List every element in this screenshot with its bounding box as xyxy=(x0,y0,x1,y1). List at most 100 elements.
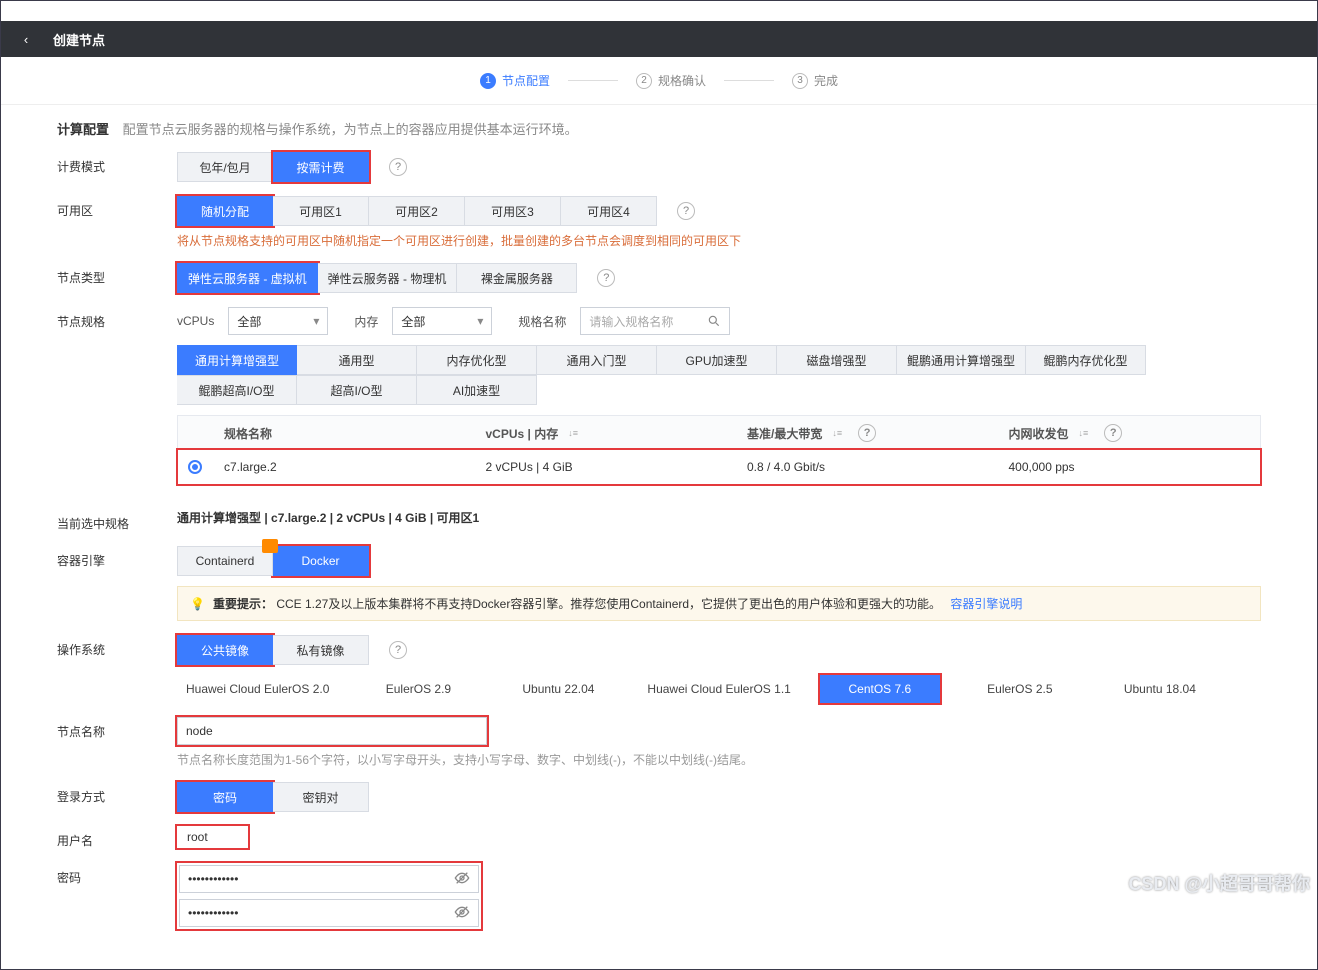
password-input[interactable]: •••••••••••• xyxy=(179,865,479,893)
step-divider xyxy=(568,80,618,81)
engine-tip-link[interactable]: 容器引擎说明 xyxy=(950,597,1022,611)
billing-ondemand[interactable]: 按需计费 xyxy=(273,152,369,182)
os-tab-private[interactable]: 私有镜像 xyxy=(273,635,369,665)
help-icon[interactable]: ? xyxy=(858,424,876,442)
os-item-1[interactable]: EulerOS 2.9 xyxy=(358,675,478,703)
speccat-3[interactable]: 通用入门型 xyxy=(537,345,657,375)
speccat-2[interactable]: 内存优化型 xyxy=(417,345,537,375)
nodetype-phys[interactable]: 弹性云服务器 - 物理机 xyxy=(318,263,458,293)
spec-mem-select[interactable]: 全部 ▾ xyxy=(392,307,492,335)
speccat-5[interactable]: 磁盘增强型 xyxy=(777,345,897,375)
step-divider xyxy=(724,80,774,81)
nodename-hint: 节点名称长度范围为1-56个字符，以小写字母开头，支持小写字母、数字、中划线(-… xyxy=(177,751,1261,768)
spec-vcpu-select[interactable]: 全部 ▾ xyxy=(228,307,328,335)
username-value: root xyxy=(187,830,208,844)
password-label: 密码 xyxy=(57,863,177,886)
nodename-input[interactable]: node xyxy=(177,717,487,745)
selected-value: 通用计算增强型 | c7.large.2 | 2 vCPUs | 4 GiB |… xyxy=(177,511,479,525)
step-1-label: 节点配置 xyxy=(502,72,550,89)
help-icon[interactable]: ? xyxy=(597,269,615,287)
az-random[interactable]: 随机分配 xyxy=(177,196,273,226)
os-item-6[interactable]: Ubuntu 18.04 xyxy=(1100,675,1220,703)
help-icon[interactable]: ? xyxy=(389,641,407,659)
spec-search-input[interactable]: 请输入规格名称 xyxy=(580,307,730,335)
step-1-num: 1 xyxy=(480,73,496,89)
os-item-3[interactable]: Huawei Cloud EulerOS 1.1 xyxy=(638,675,799,703)
compute-desc: 配置节点云服务器的规格与操作系统，为节点上的容器应用提供基本运行环境。 xyxy=(123,122,578,137)
login-keypair[interactable]: 密钥对 xyxy=(273,782,369,812)
billing-label: 计费模式 xyxy=(57,152,177,175)
os-item-4[interactable]: CentOS 7.6 xyxy=(820,675,940,703)
nodename-value: node xyxy=(186,724,213,738)
sort-icon: ↓≡ xyxy=(568,428,578,438)
engine-tip: 💡 重要提示： CCE 1.27及以上版本集群将不再支持Docker容器引擎。推… xyxy=(177,586,1261,621)
th-name[interactable]: 规格名称 xyxy=(214,419,476,448)
os-item-0[interactable]: Huawei Cloud EulerOS 2.0 xyxy=(177,675,338,703)
az-1[interactable]: 可用区1 xyxy=(273,196,369,226)
engine-tip-text: CCE 1.27及以上版本集群将不再支持Docker容器引擎。推荐您使用Cont… xyxy=(276,597,941,611)
help-icon[interactable]: ? xyxy=(1104,424,1122,442)
speccat-7[interactable]: 鲲鹏内存优化型 xyxy=(1026,345,1146,375)
billing-yearly[interactable]: 包年/包月 xyxy=(177,152,273,182)
nodetype-vm[interactable]: 弹性云服务器 - 虚拟机 xyxy=(177,263,318,293)
spec-name-label: 规格名称 xyxy=(518,313,566,330)
login-password[interactable]: 密码 xyxy=(177,782,273,812)
chevron-down-icon: ▾ xyxy=(477,314,483,328)
az-3[interactable]: 可用区3 xyxy=(465,196,561,226)
engine-containerd[interactable]: Containerd xyxy=(177,546,273,576)
az-2[interactable]: 可用区2 xyxy=(369,196,465,226)
help-icon[interactable]: ? xyxy=(677,202,695,220)
th-pps[interactable]: 内网收发包↓≡? xyxy=(999,418,1261,448)
radio-selected[interactable] xyxy=(188,460,202,474)
az-4[interactable]: 可用区4 xyxy=(561,196,657,226)
os-label: 操作系统 xyxy=(57,635,177,658)
spec-table-head: 规格名称 vCPUs | 内存↓≡ 基准/最大带宽↓≡? 内网收发包↓≡? xyxy=(178,416,1260,450)
step-1: 1 节点配置 xyxy=(480,72,550,89)
sort-icon: ↓≡ xyxy=(832,428,842,438)
nodetype-label: 节点类型 xyxy=(57,263,177,286)
engine-tip-prefix: 重要提示： xyxy=(213,597,273,611)
engine-containerd-label: Containerd xyxy=(196,554,255,568)
section-compute-title: 计算配置 配置节点云服务器的规格与操作系统，为节点上的容器应用提供基本运行环境。 xyxy=(57,119,1261,138)
sort-icon: ↓≡ xyxy=(1079,428,1089,438)
step-2: 2 规格确认 xyxy=(636,72,706,89)
back-icon[interactable]: ‹ xyxy=(17,32,35,47)
password-value: •••••••••••• xyxy=(188,872,238,886)
az-note: 将从节点规格支持的可用区中随机指定一个可用区进行创建，批量创建的多台节点会调度到… xyxy=(177,232,1261,249)
speccat-1[interactable]: 通用型 xyxy=(297,345,417,375)
step-2-num: 2 xyxy=(636,73,652,89)
step-2-label: 规格确认 xyxy=(658,72,706,89)
engine-docker[interactable]: Docker xyxy=(273,546,369,576)
td-name: c7.large.2 xyxy=(214,454,476,480)
td-bw: 0.8 / 4.0 Gbit/s xyxy=(737,454,999,480)
password-confirm-input[interactable]: •••••••••••• xyxy=(179,899,479,927)
help-icon[interactable]: ? xyxy=(389,158,407,176)
speccat-9[interactable]: 超高I/O型 xyxy=(297,375,417,405)
az-label: 可用区 xyxy=(57,196,177,219)
watermark: CSDN @小超哥哥帮你 xyxy=(1128,870,1310,896)
eye-icon[interactable] xyxy=(454,904,470,923)
th-cpu[interactable]: vCPUs | 内存↓≡ xyxy=(476,419,738,448)
wizard-steps: 1 节点配置 2 规格确认 3 完成 xyxy=(1,57,1317,105)
speccat-4[interactable]: GPU加速型 xyxy=(657,345,777,375)
speccat-10[interactable]: AI加速型 xyxy=(417,375,537,405)
speccat-8[interactable]: 鲲鹏超高I/O型 xyxy=(177,375,297,405)
username-label: 用户名 xyxy=(57,826,177,849)
page-title: 创建节点 xyxy=(53,30,105,49)
os-item-2[interactable]: Ubuntu 22.04 xyxy=(498,675,618,703)
spec-table: 规格名称 vCPUs | 内存↓≡ 基准/最大带宽↓≡? 内网收发包↓≡? c7… xyxy=(177,415,1261,485)
step-3-num: 3 xyxy=(792,73,808,89)
speccat-0[interactable]: 通用计算增强型 xyxy=(177,345,297,375)
spec-table-row[interactable]: c7.large.2 2 vCPUs | 4 GiB 0.8 / 4.0 Gbi… xyxy=(178,450,1260,484)
nodename-label: 节点名称 xyxy=(57,717,177,740)
spec-search-placeholder: 请输入规格名称 xyxy=(589,313,673,330)
speccat-6[interactable]: 鲲鹏通用计算增强型 xyxy=(897,345,1026,375)
os-tab-public[interactable]: 公共镜像 xyxy=(177,635,273,665)
spec-label: 节点规格 xyxy=(57,307,177,330)
step-3-label: 完成 xyxy=(814,72,838,89)
os-item-5[interactable]: EulerOS 2.5 xyxy=(960,675,1080,703)
nodetype-bms[interactable]: 裸金属服务器 xyxy=(457,263,577,293)
eye-icon[interactable] xyxy=(454,870,470,889)
engine-label: 容器引擎 xyxy=(57,546,177,569)
th-bw[interactable]: 基准/最大带宽↓≡? xyxy=(737,418,999,448)
